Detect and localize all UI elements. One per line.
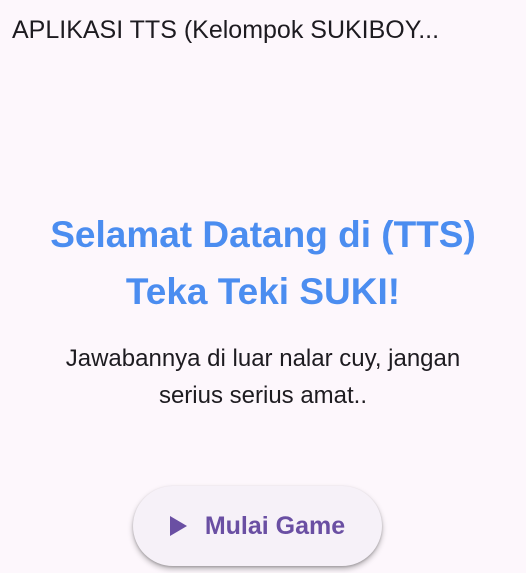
welcome-headline-line2: Teka Teki SUKI!: [125, 271, 401, 312]
welcome-subtitle-line2: serius serius amat..: [158, 382, 368, 409]
welcome-section: Selamat Datang di (TTS) Teka Teki SUKI! …: [10, 206, 516, 414]
welcome-headline: Selamat Datang di (TTS) Teka Teki SUKI!: [10, 206, 516, 320]
app-screen: APLIKASI TTS (Kelompok SUKIBOY... Selama…: [0, 0, 526, 573]
start-game-label: Mulai Game: [204, 511, 346, 540]
welcome-subtitle-line1: Jawabannya di luar nalar cuy, jangan: [65, 345, 461, 372]
app-bar: APLIKASI TTS (Kelompok SUKIBOY...: [0, 0, 526, 60]
start-game-button[interactable]: Mulai Game: [133, 486, 382, 566]
welcome-headline-line1: Selamat Datang di (TTS): [50, 214, 476, 255]
welcome-subtitle: Jawabannya di luar nalar cuy, jangan ser…: [10, 340, 516, 414]
app-title: APLIKASI TTS (Kelompok SUKIBOY...: [12, 16, 440, 44]
play-icon: [169, 516, 187, 536]
